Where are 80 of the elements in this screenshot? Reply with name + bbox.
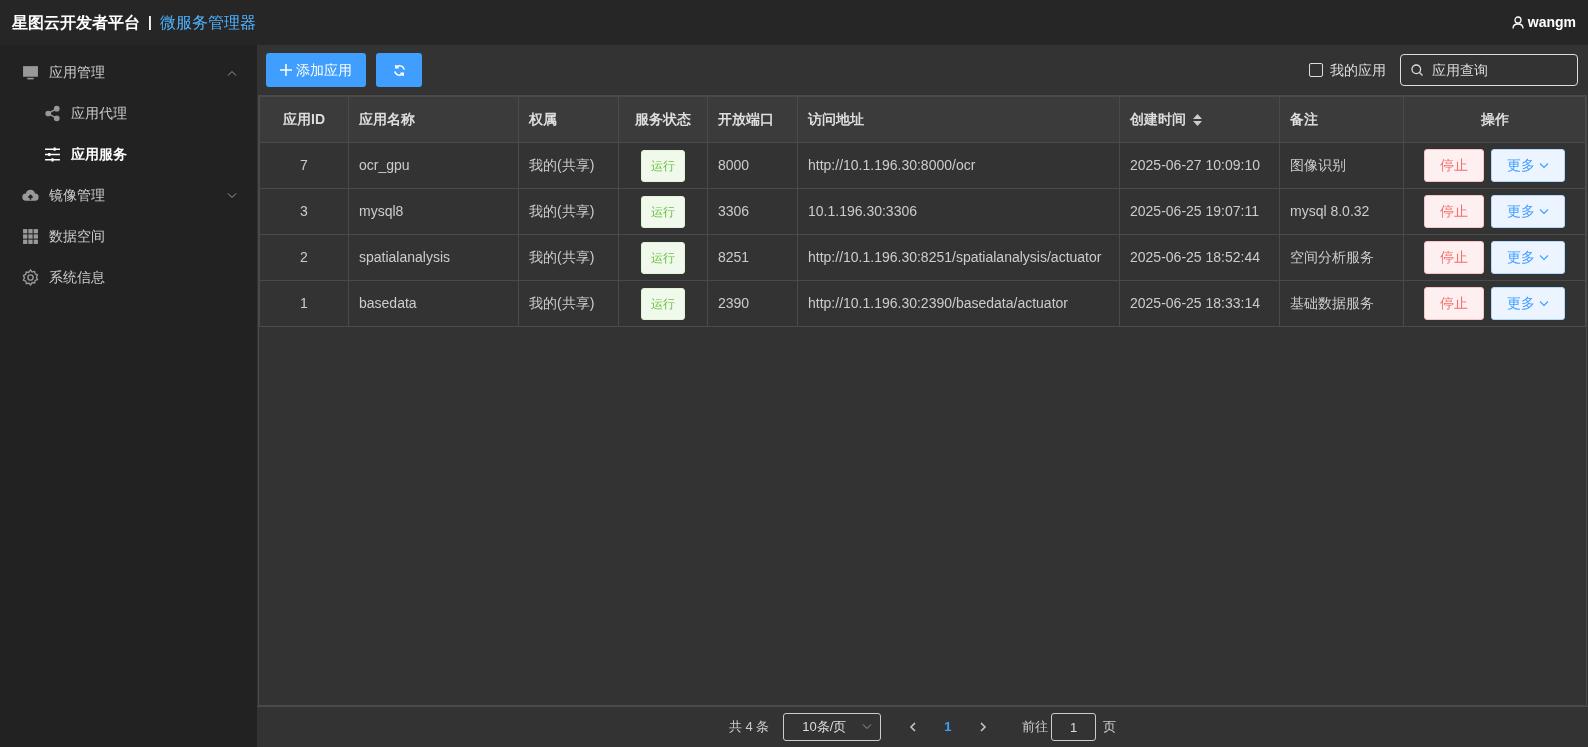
- monitor-icon: [22, 64, 39, 81]
- refresh-icon: [392, 64, 406, 78]
- id-cell: 1: [300, 295, 308, 311]
- port-cell: 8000: [718, 157, 750, 173]
- created-time-cell: 2025-06-25 18:52:44: [1130, 249, 1260, 265]
- chevron-down-icon: [1538, 254, 1549, 261]
- chevron-down-icon: [227, 192, 237, 199]
- app-title: 星图云开发者平台: [12, 12, 140, 33]
- sidebar-item[interactable]: 应用代理: [0, 93, 257, 134]
- sort-icon[interactable]: [1193, 113, 1202, 126]
- status-badge: 运行: [641, 287, 685, 320]
- page-suffix: 页: [1103, 718, 1117, 737]
- search-icon: [1411, 64, 1423, 76]
- id-cell: 2: [300, 249, 308, 265]
- title-separator: |: [148, 13, 152, 32]
- port-cell: 3306: [718, 203, 750, 219]
- port-cell: 8251: [718, 249, 750, 265]
- sliders-icon: [44, 146, 61, 163]
- page-size-select[interactable]: 10条/页: [783, 713, 882, 741]
- note-cell: 空间分析服务: [1290, 249, 1374, 265]
- status-badge: 运行: [641, 195, 685, 228]
- chevron-up-icon: [227, 69, 237, 76]
- id-cell: 3: [300, 203, 308, 219]
- note-cell: 图像识别: [1290, 157, 1346, 173]
- name-cell: basedata: [359, 295, 417, 311]
- settings-icon: [22, 269, 39, 286]
- url-cell: http://10.1.196.30:8251/spatialanalysis/actuator: [808, 249, 1102, 265]
- my-apps-label[interactable]: 我的应用: [1330, 59, 1386, 81]
- chevron-down-icon: [1538, 162, 1549, 169]
- column-header[interactable]: 创建时间: [1130, 109, 1186, 130]
- plus-icon: [280, 64, 292, 76]
- share-icon: [44, 105, 61, 122]
- grid-icon: [22, 228, 39, 245]
- url-cell: http://10.1.196.30:2390/basedata/actuator: [808, 295, 1068, 311]
- port-cell: 2390: [718, 295, 750, 311]
- page-input[interactable]: 1: [1051, 713, 1097, 741]
- column-header: 操作: [1480, 111, 1509, 127]
- status-badge: 运行: [641, 241, 685, 274]
- my-apps-checkbox[interactable]: [1309, 63, 1323, 77]
- owner-cell: 我的(共享): [529, 295, 595, 311]
- goto-label: 前往: [1021, 718, 1048, 737]
- previous-page-icon[interactable]: [909, 722, 917, 732]
- column-header: 开放端口: [718, 111, 774, 127]
- sidebar-item[interactable]: 应用管理: [0, 52, 257, 93]
- chevron-down-icon: [1538, 208, 1549, 215]
- name-cell: ocr_gpu: [359, 157, 410, 173]
- owner-cell: 我的(共享): [529, 203, 595, 219]
- note-cell: mysql 8.0.32: [1290, 203, 1370, 219]
- created-time-cell: 2025-06-27 10:09:10: [1130, 157, 1260, 173]
- column-header: 备注: [1290, 111, 1318, 127]
- next-page-icon[interactable]: [979, 722, 987, 732]
- column-header: 服务状态: [635, 111, 691, 127]
- column-header: 应用ID: [283, 111, 325, 127]
- column-header: 访问地址: [808, 111, 864, 127]
- user-icon: [1512, 16, 1525, 29]
- owner-cell: 我的(共享): [529, 249, 595, 265]
- column-header: 应用名称: [359, 111, 415, 127]
- sidebar-item[interactable]: 镜像管理: [0, 175, 257, 216]
- sidebar-item[interactable]: 系统信息: [0, 257, 257, 298]
- app-subtitle: 微服务管理器: [159, 12, 256, 33]
- sidebar-item[interactable]: 应用服务: [0, 134, 257, 175]
- name-cell: spatialanalysis: [359, 249, 451, 265]
- cloud-upload-icon: [22, 187, 39, 204]
- name-cell: mysql8: [359, 203, 404, 219]
- url-cell: http://10.1.196.30:8000/ocr: [808, 157, 976, 173]
- search-field[interactable]: 应用查询: [1400, 54, 1578, 86]
- created-time-cell: 2025-06-25 18:33:14: [1130, 295, 1260, 311]
- username[interactable]: wangm: [1527, 12, 1576, 33]
- url-cell: 10.1.196.30:3306: [808, 203, 917, 219]
- note-cell: 基础数据服务: [1290, 295, 1374, 311]
- id-cell: 7: [300, 157, 308, 173]
- created-time-cell: 2025-06-25 19:07:11: [1130, 203, 1259, 219]
- owner-cell: 我的(共享): [529, 157, 595, 173]
- page-number[interactable]: 1: [944, 717, 952, 737]
- status-badge: 运行: [641, 149, 685, 182]
- sidebar-item[interactable]: 数据空间: [0, 216, 257, 257]
- total-count: 共 4 条: [728, 718, 770, 737]
- column-header: 权属: [529, 111, 557, 127]
- chevron-down-icon: [1538, 300, 1549, 307]
- chevron-down-icon: [862, 724, 873, 730]
